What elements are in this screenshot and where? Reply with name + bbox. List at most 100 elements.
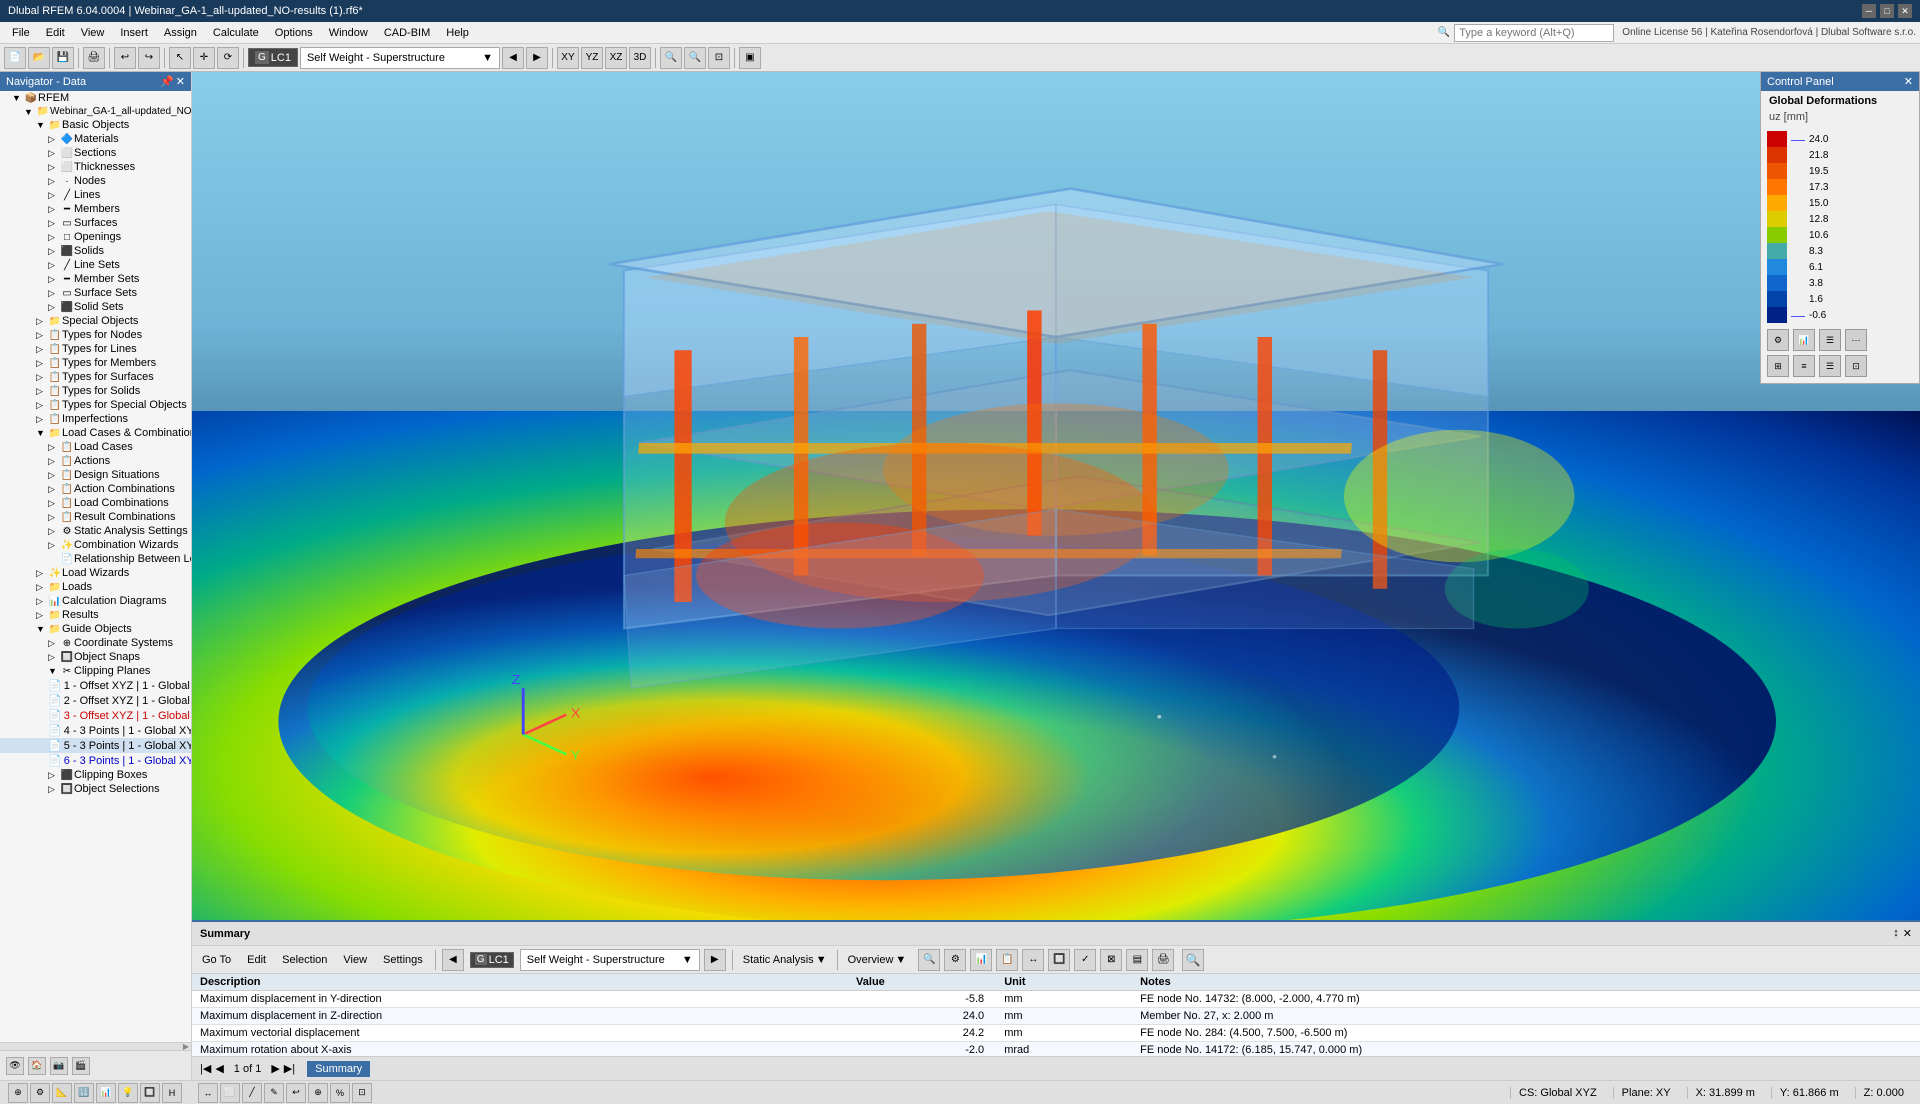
summary-print-btn[interactable]: 🖨 [1152,949,1174,971]
footer-nav-prev[interactable]: ◀ [215,1062,223,1075]
zoom-in[interactable]: 🔍 [660,47,682,69]
maximize-button[interactable]: □ [1880,4,1894,18]
cp-settings-btn[interactable]: ⚙ [1767,329,1789,351]
tree-surfaces[interactable]: ▷ ▭ Surfaces [0,216,191,230]
summary-tb-btn2[interactable]: ⚙ [944,949,966,971]
summary-search-btn[interactable]: 🔍 [1182,949,1204,971]
tree-special-objects[interactable]: ▷ 📁 Special Objects [0,314,191,328]
status-icon4[interactable]: 🔢 [74,1083,94,1103]
status-r6[interactable]: ⊕ [308,1083,328,1103]
status-r3[interactable]: ╱ [242,1083,262,1103]
tree-nodes[interactable]: ▷ · Nodes [0,174,191,188]
summary-tb-btn5[interactable]: ↔ [1022,949,1044,971]
tree-solids[interactable]: ▷ ⬛ Solids [0,244,191,258]
summary-tb-btn4[interactable]: 📋 [996,949,1018,971]
menu-help[interactable]: Help [438,25,477,41]
tree-static-analysis[interactable]: ▷ ⚙ Static Analysis Settings [0,524,191,538]
tree-members[interactable]: ▷ ━ Members [0,202,191,216]
save-button[interactable]: 💾 [52,47,74,69]
tree-clipping-2[interactable]: 📄 2 - Offset XYZ | 1 - Global X [0,693,191,708]
tree-results[interactable]: ▷ 📁 Results [0,608,191,622]
summary-expand-btn[interactable]: ↕ [1893,927,1899,940]
render-button[interactable]: ▣ [739,47,761,69]
tree-clipping-1[interactable]: 📄 1 - Offset XYZ | 1 - Global X [0,678,191,693]
status-icon7[interactable]: 🔲 [140,1083,160,1103]
analysis-type-dropdown[interactable]: Static Analysis ▼ [739,954,831,966]
view-xz[interactable]: XZ [605,47,627,69]
tree-types-lines[interactable]: ▷ 📋 Types for Lines [0,342,191,356]
summary-tb-btn6[interactable]: 🔲 [1048,949,1070,971]
new-button[interactable]: 📄 [4,47,26,69]
rotate-button[interactable]: ⟳ [217,47,239,69]
tree-thicknesses[interactable]: ▷ ⬜ Thicknesses [0,160,191,174]
menu-edit[interactable]: Edit [38,25,73,41]
status-icon6[interactable]: 💡 [118,1083,138,1103]
status-r1[interactable]: ↔ [198,1083,218,1103]
tree-coordinate-systems[interactable]: ▷ ⊕ Coordinate Systems [0,636,191,650]
tree-clipping-4[interactable]: 📄 4 - 3 Points | 1 - Global XY [0,723,191,738]
tree-load-cases-comb[interactable]: ▼ 📁 Load Cases & Combinations [0,426,191,440]
tree-calc-diagrams[interactable]: ▷ 📊 Calculation Diagrams [0,594,191,608]
tree-clipping-3[interactable]: 📄 3 - Offset XYZ | 1 - Global X [0,708,191,723]
cp-more-btn[interactable]: ⋯ [1845,329,1867,351]
summary-prev[interactable]: ◀ [442,949,464,971]
undo-button[interactable]: ↩ [114,47,136,69]
nav-icon-2[interactable]: 🏠 [28,1057,46,1075]
tree-openings[interactable]: ▷ □ Openings [0,230,191,244]
menu-insert[interactable]: Insert [112,25,156,41]
tree-load-cases[interactable]: ▷ 📋 Load Cases [0,440,191,454]
tree-combination-wizards[interactable]: ▷ ✨ Combination Wizards [0,538,191,552]
tree-imperfections[interactable]: ▷ 📋 Imperfections [0,412,191,426]
menu-file[interactable]: File [4,25,38,41]
status-icon5[interactable]: 📊 [96,1083,116,1103]
tree-actions[interactable]: ▷ 📋 Actions [0,454,191,468]
tree-rfem-root[interactable]: ▼ 📦 RFEM [0,91,191,105]
menu-calculate[interactable]: Calculate [205,25,267,41]
cp-bottom-btn3[interactable]: ☰ [1819,355,1841,377]
tree-result-combinations[interactable]: ▷ 📋 Result Combinations [0,510,191,524]
nav-pin-button[interactable]: 📌 [160,75,174,88]
select-button[interactable]: ↖ [169,47,191,69]
menu-view[interactable]: View [73,25,113,41]
tree-lines[interactable]: ▷ ╱ Lines [0,188,191,202]
tree-clipping-5[interactable]: 📄 5 - 3 Points | 1 - Global XYZ [0,738,191,753]
summary-next[interactable]: ▶ [704,949,726,971]
tree-sections[interactable]: ▷ ⬜ Sections [0,146,191,160]
status-icon3[interactable]: 📐 [52,1083,72,1103]
status-r4[interactable]: ✎ [264,1083,284,1103]
tree-solid-sets[interactable]: ▷ ⬛ Solid Sets [0,300,191,314]
tree-object-snaps[interactable]: ▷ 🔲 Object Snaps [0,650,191,664]
tree-types-solids[interactable]: ▷ 📋 Types for Solids [0,384,191,398]
tree-loads[interactable]: ▷ 📁 Loads [0,580,191,594]
tree-types-nodes[interactable]: ▷ 📋 Types for Nodes [0,328,191,342]
footer-nav-last[interactable]: ▶| [284,1062,295,1075]
keyword-search[interactable] [1454,24,1614,42]
menu-window[interactable]: Window [321,25,376,41]
minimize-button[interactable]: ─ [1862,4,1876,18]
summary-tab[interactable]: Summary [307,1061,370,1077]
tree-basic-objects[interactable]: ▼ 📁 Basic Objects [0,118,191,132]
control-panel-close[interactable]: ✕ [1904,75,1913,88]
cp-chart-btn[interactable]: 📊 [1793,329,1815,351]
cp-bottom-btn2[interactable]: ≡ [1793,355,1815,377]
cp-list-btn[interactable]: ☰ [1819,329,1841,351]
tree-surface-sets[interactable]: ▷ ▭ Surface Sets [0,286,191,300]
tree-action-combinations[interactable]: ▷ 📋 Action Combinations [0,482,191,496]
tree-types-surfaces[interactable]: ▷ 📋 Types for Surfaces [0,370,191,384]
menu-assign[interactable]: Assign [156,25,205,41]
nav-icon-4[interactable]: 🎬 [72,1057,90,1075]
status-r7[interactable]: % [330,1083,350,1103]
summary-view[interactable]: View [337,952,373,968]
summary-tb-btn7[interactable]: ✓ [1074,949,1096,971]
summary-close-btn[interactable]: ✕ [1903,927,1912,940]
summary-tb-btn8[interactable]: ⊠ [1100,949,1122,971]
tree-load-combinations[interactable]: ▷ 📋 Load Combinations [0,496,191,510]
tree-load-wizards[interactable]: ▷ ✨ Load Wizards [0,566,191,580]
status-r2[interactable]: ⬜ [220,1083,240,1103]
summary-tb-btn9[interactable]: ▤ [1126,949,1148,971]
summary-selection[interactable]: Selection [276,952,333,968]
summary-tb-btn3[interactable]: 📊 [970,949,992,971]
status-r5[interactable]: ↩ [286,1083,306,1103]
nav-icon-1[interactable]: 👁 [6,1057,24,1075]
tree-guide-objects[interactable]: ▼ 📁 Guide Objects [0,622,191,636]
